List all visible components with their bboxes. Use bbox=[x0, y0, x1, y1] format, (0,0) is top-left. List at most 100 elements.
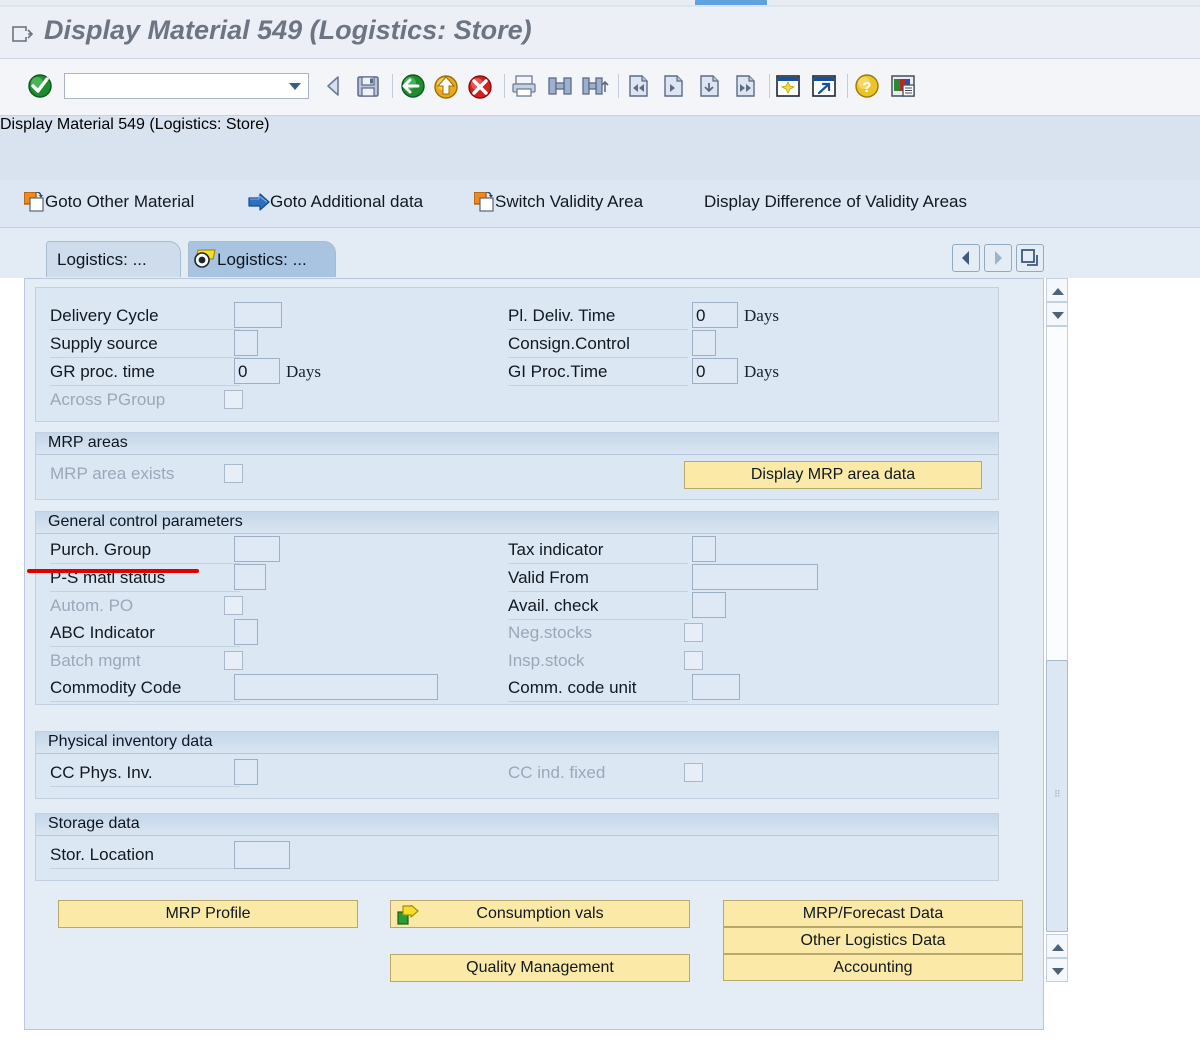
input-comm-code-unit[interactable] bbox=[692, 674, 740, 700]
checkbox-mrp-area-exists bbox=[224, 464, 243, 483]
scroll-down-button-top[interactable] bbox=[1046, 302, 1068, 326]
mrp-profile-button[interactable]: MRP Profile bbox=[58, 900, 358, 928]
input-commodity-code[interactable] bbox=[234, 674, 438, 700]
copy-orange-icon bbox=[473, 191, 495, 217]
input-gi-proc-time[interactable]: 0 bbox=[692, 358, 738, 384]
function-goto-other-material[interactable]: Goto Other Material bbox=[23, 191, 194, 217]
input-tax-indicator[interactable] bbox=[692, 536, 716, 562]
field-label-gi-proc-time: GI Proc.Time bbox=[508, 362, 608, 381]
function-goto-additional-data[interactable]: Goto Additional data bbox=[248, 192, 423, 217]
field-label-consign-control: Consign.Control bbox=[508, 334, 630, 353]
tab-list-button[interactable] bbox=[1016, 244, 1044, 272]
toolbar-separator bbox=[847, 74, 848, 98]
input-supply-source[interactable] bbox=[234, 330, 258, 356]
toolbar-separator bbox=[504, 74, 505, 98]
green-arrow-icon bbox=[397, 904, 419, 925]
input-delivery-cycle[interactable] bbox=[234, 302, 282, 328]
scrollbar-thumb[interactable]: ⠿ bbox=[1046, 660, 1068, 932]
triangle-up-icon bbox=[1052, 944, 1064, 951]
triangle-up-icon bbox=[1052, 288, 1064, 295]
help-icon[interactable]: ? bbox=[853, 72, 881, 100]
field-underline bbox=[50, 868, 240, 869]
field-label-cc-phys-inv: CC Phys. Inv. bbox=[50, 763, 153, 782]
field-label-supply-source: Supply source bbox=[50, 334, 158, 353]
field-label-abc-indicator: ABC Indicator bbox=[50, 623, 155, 642]
input-avail-check[interactable] bbox=[692, 592, 726, 618]
create-session-icon[interactable] bbox=[774, 72, 802, 100]
field-underline bbox=[50, 701, 240, 702]
mrp-forecast-data-button[interactable]: MRP/Forecast Data bbox=[723, 900, 1023, 927]
tab-logistics-1[interactable]: Logistics: ... bbox=[46, 241, 181, 277]
field-underline bbox=[508, 357, 688, 358]
input-consign-control[interactable] bbox=[692, 330, 716, 356]
section-title-storage-data: Storage data bbox=[36, 814, 998, 836]
create-shortcut-icon[interactable] bbox=[810, 72, 838, 100]
field-underline bbox=[50, 786, 240, 787]
back-arrow-icon[interactable] bbox=[320, 72, 348, 100]
cancel-yellow-icon[interactable] bbox=[432, 72, 460, 100]
window-title-bar: Display Material 549 (Logistics: Store) bbox=[0, 7, 1200, 59]
input-stor-location[interactable] bbox=[234, 841, 290, 869]
field-label-insp-stock: Insp.stock bbox=[508, 651, 585, 670]
section-title-physical-inventory: Physical inventory data bbox=[36, 732, 998, 754]
input-valid-from[interactable] bbox=[692, 564, 818, 590]
checkbox-across-pgroup bbox=[224, 390, 243, 409]
input-abc-indicator[interactable] bbox=[234, 619, 258, 645]
input-cc-phys-inv[interactable] bbox=[234, 759, 258, 785]
exit-green-icon[interactable] bbox=[398, 72, 426, 100]
consumption-vals-button[interactable]: Consumption vals bbox=[390, 900, 690, 928]
input-purch-group[interactable] bbox=[234, 536, 280, 562]
unit-days: Days bbox=[744, 306, 779, 325]
toolbar-separator bbox=[618, 74, 619, 98]
checkbox-autom-po bbox=[224, 596, 243, 615]
print-icon[interactable] bbox=[510, 72, 538, 100]
triangle-down-icon bbox=[1052, 312, 1064, 319]
other-logistics-data-button[interactable]: Other Logistics Data bbox=[723, 927, 1023, 954]
display-mrp-area-data-button[interactable]: Display MRP area data bbox=[684, 461, 982, 489]
checkbox-cc-ind-fixed bbox=[684, 763, 703, 782]
field-label-gr-proc-time: GR proc. time bbox=[50, 362, 155, 381]
command-field[interactable] bbox=[64, 73, 309, 99]
copy-orange-icon bbox=[23, 191, 45, 217]
field-underline bbox=[50, 646, 240, 647]
field-label-commodity-code: Commodity Code bbox=[50, 678, 182, 697]
tab-scroll-right-button[interactable] bbox=[984, 244, 1012, 272]
input-ps-matl-status[interactable] bbox=[234, 564, 266, 590]
tab-logistics-2[interactable]: Logistics: ... bbox=[188, 241, 336, 277]
input-pl-deliv-time[interactable]: 0 bbox=[692, 302, 738, 328]
chevron-down-icon[interactable] bbox=[289, 83, 301, 90]
function-label: Goto Additional data bbox=[270, 192, 424, 211]
previous-page-icon[interactable] bbox=[659, 72, 687, 100]
checkbox-batch-mgmt bbox=[224, 651, 243, 670]
vertical-scrollbar[interactable]: ⠿ bbox=[1046, 278, 1068, 1030]
function-label: Switch Validity Area bbox=[495, 192, 644, 211]
field-underline bbox=[508, 591, 688, 592]
scroll-down-button-bottom[interactable] bbox=[1046, 958, 1068, 982]
customize-layout-icon[interactable] bbox=[889, 72, 917, 100]
accounting-button[interactable]: Accounting bbox=[723, 954, 1023, 981]
function-label: Display Difference of Validity Areas bbox=[704, 192, 967, 211]
section-title-general-control: General control parameters bbox=[36, 512, 998, 534]
blue-arrow-right-icon bbox=[248, 192, 270, 217]
quality-management-button[interactable]: Quality Management bbox=[390, 954, 690, 982]
tab-label: Logistics: ... bbox=[217, 249, 307, 269]
checkbox-insp-stock bbox=[684, 651, 703, 670]
enter-check-icon[interactable] bbox=[26, 72, 54, 100]
stop-red-icon[interactable] bbox=[466, 72, 494, 100]
save-icon[interactable] bbox=[354, 72, 382, 100]
tab-scroll-left-button[interactable] bbox=[952, 244, 980, 272]
scroll-up-button-bottom[interactable] bbox=[1046, 934, 1068, 958]
first-page-icon[interactable] bbox=[624, 72, 652, 100]
page-title: Display Material 549 (Logistics: Store) bbox=[44, 15, 532, 45]
scroll-up-button-top[interactable] bbox=[1046, 278, 1068, 302]
field-label-pl-deliv-time: Pl. Deliv. Time bbox=[508, 306, 616, 325]
last-page-icon[interactable] bbox=[731, 72, 759, 100]
input-gr-proc-time[interactable]: 0 bbox=[234, 358, 280, 384]
function-switch-validity-area[interactable]: Switch Validity Area bbox=[473, 191, 643, 217]
find-next-icon[interactable] bbox=[581, 72, 609, 100]
section-physical-inventory-data: Physical inventory data CC Phys. Inv. CC… bbox=[35, 731, 999, 799]
next-page-icon[interactable] bbox=[695, 72, 723, 100]
button-label: Consumption vals bbox=[476, 905, 604, 922]
field-label-tax-indicator: Tax indicator bbox=[508, 540, 604, 559]
find-icon[interactable] bbox=[546, 72, 574, 100]
